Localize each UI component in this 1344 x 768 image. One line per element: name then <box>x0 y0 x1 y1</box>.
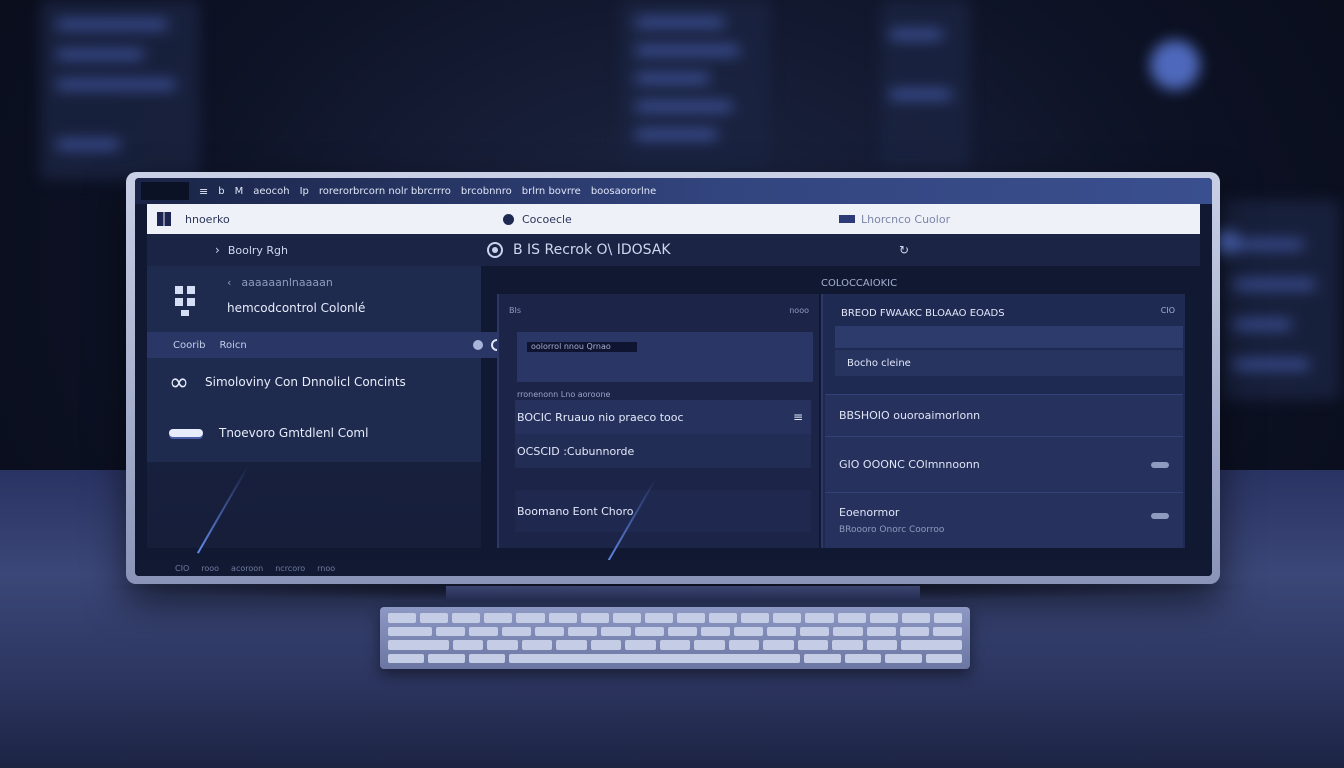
app-logo-icon <box>157 212 171 226</box>
titlebar-segment[interactable]: brcobnnro <box>461 186 512 197</box>
avatar[interactable] <box>503 213 514 225</box>
right-row-sub: BRoooro Onorc Coorroo <box>839 525 945 535</box>
right-panel-title: BREOD FWAAKC BLOAAO EOADS <box>841 308 1005 319</box>
header-right-label: Lhorcnco Cuolor <box>861 212 951 226</box>
window-title-bar: ≡ b M aeocoh Ip rorerorbrcorn nolr bbrcr… <box>135 178 1212 204</box>
dot-icon[interactable] <box>473 340 483 350</box>
middle-row-label: OCSCID :Cubunnorde <box>517 444 635 458</box>
status-item: rnoo <box>317 563 336 573</box>
status-item: rooo <box>201 563 220 573</box>
record-icon[interactable] <box>487 242 503 258</box>
menu-icon[interactable]: ≡ <box>199 185 208 198</box>
right-panel-header: COLOCCAIOKIC <box>821 278 898 289</box>
keyboard-row <box>388 613 962 623</box>
refresh-icon[interactable]: ↻ <box>899 243 909 257</box>
chevron-left-icon[interactable]: ‹ <box>227 276 231 289</box>
right-panel: BREOD FWAAKC BLOAAO EOADS CIO Bocho clei… <box>821 294 1185 548</box>
titlebar-segment[interactable]: rorerorbrcorn nolr bbrcrrro <box>319 186 451 197</box>
middle-panel: BIs nooo oolorrol nnou Qrnao rronenonn L… <box>497 294 819 548</box>
toolbar-left[interactable]: › Boolry Rgh <box>215 243 288 257</box>
middle-row[interactable]: OCSCID :Cubunnorde <box>515 434 811 468</box>
keyboard-row <box>388 640 962 650</box>
monitor-stand <box>446 586 920 602</box>
grid-icon <box>171 282 203 318</box>
left-panel: ‹ aaaaaanlnaaaan hemcodcontrol Colonlé C… <box>147 266 511 548</box>
header-center[interactable]: Cocoecle <box>503 213 572 226</box>
titlebar-segment[interactable]: brlrn bovrre <box>522 186 581 197</box>
left-panel-title: hemcodcontrol Colonlé <box>227 301 366 315</box>
chevron-icon: › <box>215 243 220 257</box>
status-item: ncrcoro <box>275 563 306 573</box>
right-panel-close[interactable]: CIO <box>1161 306 1175 315</box>
list-item-label: Tnoevoro Gmtdlenl Coml <box>219 426 369 440</box>
toolbar: › Boolry Rgh B IS Recrok O\ IDOSAK ↻ <box>147 234 1200 266</box>
toggle-pill-icon <box>169 429 203 437</box>
keyboard <box>380 607 970 669</box>
right-row-label: Eoenormor <box>839 506 900 519</box>
middle-tag: oolorrol nnou Qrnao <box>527 342 637 352</box>
middle-row-label: BOCIC Rruauo nio praeco tooc <box>517 410 684 424</box>
toolbar-title: B IS Recrok O\ IDOSAK <box>513 242 671 258</box>
middle-top-left: BIs <box>509 306 522 315</box>
list-item[interactable]: ∞ Simoloviny Con Dnnolicl Concints <box>169 370 406 394</box>
keyboard-row <box>388 626 962 636</box>
bar-item[interactable]: Coorib <box>173 340 205 351</box>
right-panel-row[interactable]: BBSHOIO ouoroaimorlonn <box>825 394 1183 436</box>
header-right[interactable]: Lhorcnco Cuolor <box>839 213 950 226</box>
bar-item[interactable]: Roicn <box>219 340 246 351</box>
middle-top-right: nooo <box>789 306 809 315</box>
window-grip <box>141 182 189 200</box>
infinity-icon: ∞ <box>169 368 189 396</box>
right-panel-bar <box>835 326 1183 348</box>
list-item-label: Simoloviny Con Dnnolicl Concints <box>205 375 406 389</box>
screen: ≡ b M aeocoh Ip rorerorbrcorn nolr bbrcr… <box>135 178 1212 576</box>
right-panel-row[interactable]: GIO OOONC COlmnnoonn <box>825 436 1183 492</box>
keyboard-row <box>388 653 963 663</box>
titlebar-segment[interactable]: boosaororlne <box>591 186 656 197</box>
toggle-switch[interactable] <box>1151 513 1169 519</box>
titlebar-segment[interactable]: aeocoh <box>253 186 289 197</box>
right-panel-row[interactable]: Eoenormor BRoooro Onorc Coorroo <box>825 492 1183 548</box>
toolbar-title-group: B IS Recrok O\ IDOSAK <box>487 242 671 258</box>
titlebar-segment[interactable]: b <box>218 186 224 197</box>
status-item: acoroon <box>231 563 264 573</box>
middle-line: rronenonn Lno aoroone <box>517 390 611 399</box>
middle-row-label: Boomano Eont Choro <box>517 504 634 518</box>
toggle-switch[interactable] <box>1151 461 1169 468</box>
middle-panel-top: BIs nooo <box>509 306 809 315</box>
right-panel-sub: Bocho cleine <box>847 358 911 369</box>
titlebar-segment[interactable]: Ip <box>300 186 309 197</box>
right-row-label: BBSHOIO ouoroaimorlonn <box>839 409 981 422</box>
left-panel-bar: Coorib Roicn <box>147 332 511 358</box>
middle-row[interactable]: Boomano Eont Choro <box>515 490 811 532</box>
status-item: CIO <box>175 563 190 573</box>
header-center-label: Cocoecle <box>522 212 572 226</box>
monitor: ≡ b M aeocoh Ip rorerorbrcorn nolr bbrcr… <box>126 172 1220 584</box>
menu-icon[interactable]: ≡ <box>793 410 803 424</box>
status-bar: CIO rooo acoroon ncrcoro rnoo <box>135 560 1212 576</box>
left-panel-subheader: ‹ aaaaaanlnaaaan <box>227 276 333 289</box>
app-name: hnoerko <box>185 212 230 226</box>
right-row-label: GIO OOONC COlmnnoonn <box>839 458 980 471</box>
app-header: hnoerko Cocoecle Lhorcnco Cuolor <box>147 204 1200 234</box>
middle-block: oolorrol nnou Qrnao <box>517 332 813 382</box>
toolbar-left-label: Boolry Rgh <box>227 243 289 257</box>
flag-icon <box>839 215 855 223</box>
middle-row[interactable]: BOCIC Rruauo nio praeco tooc ≡ <box>515 400 811 434</box>
list-item[interactable]: Tnoevoro Gmtdlenl Coml <box>169 426 368 440</box>
left-panel-row1-text: aaaaaanlnaaaan <box>241 276 333 289</box>
titlebar-segment[interactable]: M <box>235 186 244 197</box>
